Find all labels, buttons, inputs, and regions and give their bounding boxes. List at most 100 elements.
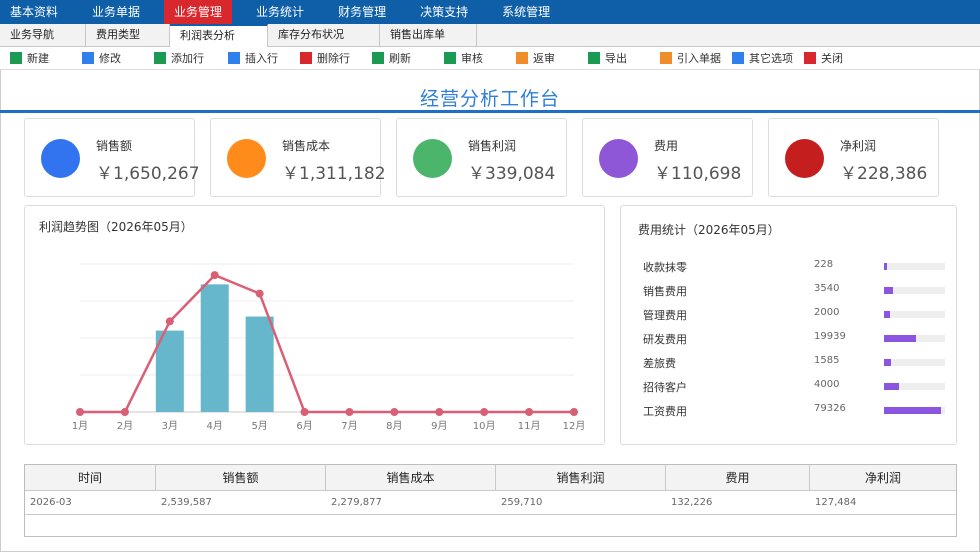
chart-point <box>300 408 309 416</box>
table-cell: 2026-03 <box>30 497 72 508</box>
toolbar-button-6[interactable]: 审核 <box>444 50 516 66</box>
cost-row: 招待客户 4000 <box>621 379 955 395</box>
toolbar-button-label: 添加行 <box>171 52 204 65</box>
tab-2[interactable]: 利润表分析 <box>170 24 268 48</box>
close-icon <box>804 52 816 64</box>
menu-item-2[interactable]: 业务管理 <box>164 0 233 24</box>
toolbar-button-9[interactable]: 引入单据 <box>660 50 732 66</box>
table-cell: 2,279,877 <box>331 497 382 508</box>
table-header-cell[interactable]: 净利润 <box>810 465 956 491</box>
kpi-label: 销售额 <box>96 139 133 153</box>
toolbar-button-1[interactable]: 修改 <box>82 50 154 66</box>
kpi-label: 销售成本 <box>282 139 331 153</box>
delete-row-icon <box>300 52 312 64</box>
x-tick-label: 9月 <box>431 420 447 432</box>
table-header-cell[interactable]: 销售利润 <box>496 465 666 491</box>
chart-point <box>390 408 399 416</box>
kpi-value: ￥1,650,267 <box>96 164 200 184</box>
audit-icon <box>444 52 456 64</box>
table-row[interactable]: 2026-03 2,539,587 2,279,877 259,710 132,226 1… <box>25 491 956 515</box>
cost-name: 工资费用 <box>643 405 687 418</box>
tab-0[interactable]: 业务导航 <box>0 24 86 47</box>
cost-bar-track <box>884 359 945 366</box>
cost-bar-fill <box>884 287 893 294</box>
kpi-value: ￥228,386 <box>840 164 928 184</box>
toolbar-button-8[interactable]: 导出 <box>588 50 660 66</box>
kpi-circle-icon <box>227 139 266 178</box>
cost-bar-track <box>884 407 945 414</box>
menu-item-3[interactable]: 业务统计 <box>246 0 314 24</box>
x-tick-label: 12月 <box>563 420 586 432</box>
tab-1[interactable]: 费用类型 <box>86 24 170 47</box>
menu-item-0[interactable]: 基本资料 <box>0 0 68 24</box>
menu-item-1[interactable]: 业务单据 <box>82 0 150 24</box>
chart-point <box>345 408 354 416</box>
chart-point <box>120 408 129 416</box>
table-cell: 2,539,587 <box>161 497 212 508</box>
cost-value: 4000 <box>814 379 840 390</box>
cost-bar-track <box>884 335 945 342</box>
menu-item-5[interactable]: 决策支持 <box>410 0 478 24</box>
cost-row: 管理费用 2000 <box>621 307 955 323</box>
chart-bar <box>200 284 229 412</box>
menu-item-4[interactable]: 财务管理 <box>328 0 396 24</box>
table-cell: 127,484 <box>815 497 857 508</box>
toolbar-button-label: 删除行 <box>317 52 350 65</box>
kpi-value: ￥1,311,182 <box>282 164 386 184</box>
toolbar-button-11[interactable]: 关闭 <box>804 50 864 66</box>
table-header-cell[interactable]: 费用 <box>666 465 810 491</box>
title-divider <box>0 110 980 113</box>
cost-row: 差旅费 1585 <box>621 355 955 371</box>
toolbar-button-label: 返审 <box>533 52 555 65</box>
cost-bar-fill <box>884 335 916 342</box>
cost-bar-track <box>884 311 945 318</box>
table-header: 时间 销售额 销售成本 销售利润 费用 净利润 <box>25 465 956 491</box>
profit-trend-panel: 利润趋势图（2026年05月） 1月 2月 3月 4月 5月 6月 7月 8月 9月 10月 11月… <box>24 205 605 445</box>
menu-item-6[interactable]: 系统管理 <box>492 0 560 24</box>
cost-row: 收款抹零 228 <box>621 259 955 275</box>
toolbar-button-7[interactable]: 返审 <box>516 50 588 66</box>
toolbar-button-3[interactable]: 插入行 <box>228 50 300 66</box>
chart-point <box>435 408 444 416</box>
profit-trend-chart: 1月 2月 3月 4月 5月 6月 7月 8月 9月 10月 11月 12月 <box>72 263 586 432</box>
chart-line <box>80 273 574 414</box>
main-menu-bar: 基本资料 业务单据 业务管理 业务统计 财务管理 决策支持 系统管理 <box>0 0 980 24</box>
toolbar-button-10[interactable]: 其它选项 <box>732 50 804 66</box>
x-tick-label: 7月 <box>341 420 357 432</box>
cost-value: 19939 <box>814 331 846 342</box>
cost-name: 招待客户 <box>643 381 687 394</box>
kpi-card: 销售利润 ￥339,084 <box>396 118 567 197</box>
export-icon <box>588 52 600 64</box>
toolbar-button-label: 审核 <box>461 52 483 65</box>
cost-value: 1585 <box>814 355 840 366</box>
toolbar-button-2[interactable]: 添加行 <box>154 50 228 66</box>
tab-3[interactable]: 库存分布状况 <box>268 24 380 47</box>
tab-4[interactable]: 销售出库单 <box>380 24 477 47</box>
cost-value: 228 <box>814 259 834 270</box>
x-tick-label: 6月 <box>296 420 312 432</box>
toolbar-button-5[interactable]: 刷新 <box>372 50 444 66</box>
options-icon <box>732 52 744 64</box>
cost-bar-fill <box>884 311 890 318</box>
cost-name: 收款抹零 <box>643 261 687 274</box>
toolbar-button-0[interactable]: 新建 <box>10 50 82 66</box>
table-header-cell[interactable]: 销售成本 <box>326 465 496 491</box>
toolbar-button-4[interactable]: 删除行 <box>300 50 372 66</box>
cost-row: 销售费用 3540 <box>621 283 955 299</box>
cost-bar-fill <box>884 407 941 414</box>
kpi-value: ￥110,698 <box>654 164 742 184</box>
refresh-icon <box>372 52 384 64</box>
cost-stats-title: 费用统计（2026年05月） <box>638 223 780 237</box>
table-header-cell[interactable]: 销售额 <box>156 465 326 491</box>
kpi-card: 净利润 ￥228,386 <box>768 118 939 197</box>
unaudit-icon <box>516 52 528 64</box>
table-header-cell[interactable]: 时间 <box>25 465 156 491</box>
kpi-circle-icon <box>599 139 638 178</box>
toolbar-button-label: 其它选项 <box>749 52 793 65</box>
kpi-value: ￥339,084 <box>468 164 556 184</box>
chart-point <box>165 317 174 326</box>
chart-point <box>76 408 84 416</box>
kpi-label: 净利润 <box>840 139 877 153</box>
toolbar-button-label: 插入行 <box>245 52 278 65</box>
new-icon <box>10 52 22 64</box>
